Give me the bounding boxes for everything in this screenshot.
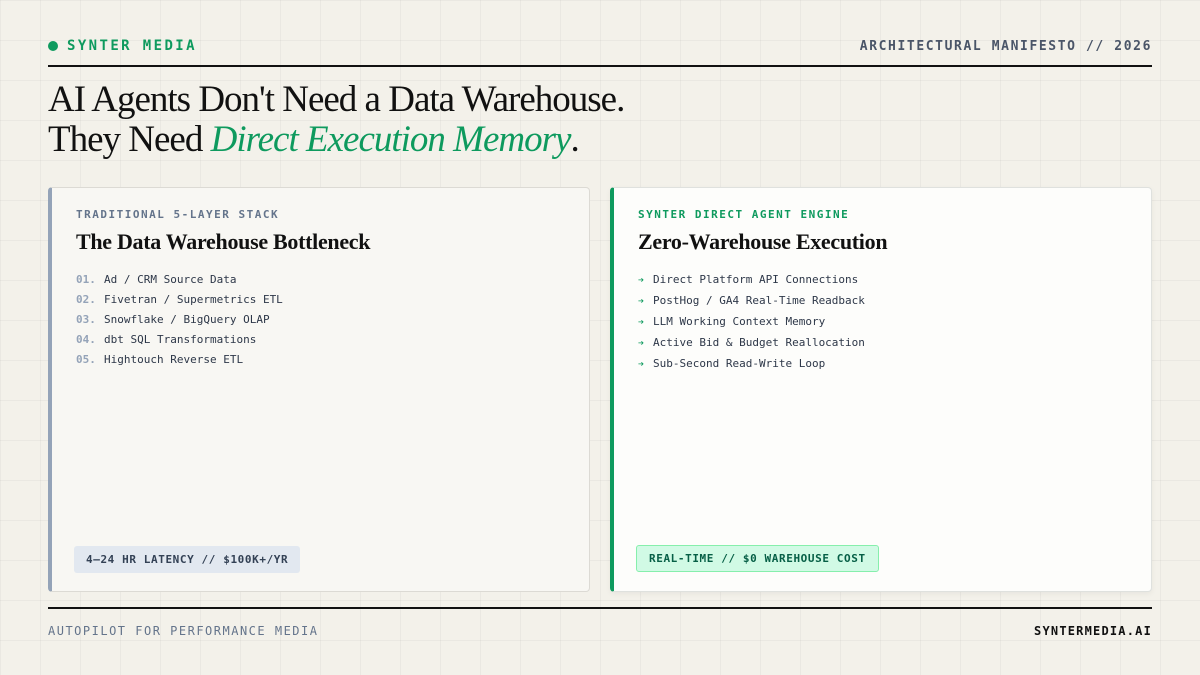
card-title: Zero-Warehouse Execution xyxy=(638,229,888,254)
traditional-stack-card: TRADITIONAL 5-LAYER STACK The Data Wareh… xyxy=(48,187,590,592)
website-link[interactable]: SYNTERMEDIA.AI xyxy=(1034,624,1152,638)
item-number: 03. xyxy=(76,313,96,326)
headline-line-2-prefix: They Need xyxy=(48,119,211,160)
item-text: Hightouch Reverse ETL xyxy=(104,353,244,366)
top-divider xyxy=(48,65,1152,67)
item-text: PostHog / GA4 Real-Time Readback xyxy=(653,294,865,307)
item-text: Ad / CRM Source Data xyxy=(104,273,237,286)
headline-line-1: AI Agents Don't Need a Data Warehouse. xyxy=(48,79,625,120)
list-item: 01. Ad / CRM Source Data xyxy=(76,270,565,290)
arrow-right-icon: ➔ xyxy=(638,275,645,286)
item-text: Direct Platform API Connections xyxy=(653,273,859,286)
arrow-right-icon: ➔ xyxy=(638,359,645,370)
footer: AUTOPILOT FOR PERFORMANCE MEDIA SYNTERME… xyxy=(48,622,1152,640)
engine-feature-list: ➔ Direct Platform API Connections ➔ PostHog… xyxy=(638,270,1127,375)
dot-icon xyxy=(48,41,58,51)
list-item: ➔ PostHog / GA4 Real-Time Readback xyxy=(638,291,1127,312)
arrow-right-icon: ➔ xyxy=(638,338,645,349)
card-kicker: TRADITIONAL 5-LAYER STACK xyxy=(76,208,280,221)
card-title: The Data Warehouse Bottleneck xyxy=(76,229,371,254)
direct-engine-card: SYNTER DIRECT AGENT ENGINE Zero-Warehous… xyxy=(610,187,1152,592)
top-bar: SYNTER MEDIA ARCHITECTURAL MANIFESTO // … xyxy=(48,36,1152,56)
card-kicker: SYNTER DIRECT AGENT ENGINE xyxy=(638,208,850,221)
stack-layer-list: 01. Ad / CRM Source Data 02. Fivetran / Sup… xyxy=(76,270,565,370)
item-number: 05. xyxy=(76,353,96,366)
headline-line-2-suffix: . xyxy=(570,119,579,160)
footer-tagline: AUTOPILOT FOR PERFORMANCE MEDIA xyxy=(48,624,319,638)
item-text: dbt SQL Transformations xyxy=(104,333,257,346)
list-item: ➔ Sub-Second Read-Write Loop xyxy=(638,354,1127,375)
item-text: LLM Working Context Memory xyxy=(653,315,826,328)
item-text: Sub-Second Read-Write Loop xyxy=(653,357,826,370)
manifesto-label: ARCHITECTURAL MANIFESTO // 2026 xyxy=(859,38,1152,54)
item-number: 01. xyxy=(76,273,96,286)
headline-accent: Direct Execution Memory xyxy=(210,119,572,160)
list-item: 02. Fivetran / Supermetrics ETL xyxy=(76,290,565,310)
item-text: Active Bid & Budget Reallocation xyxy=(653,336,865,349)
item-number: 04. xyxy=(76,333,96,346)
brand-name: SYNTER MEDIA xyxy=(67,38,197,54)
item-text: Fivetran / Supermetrics ETL xyxy=(104,293,283,306)
list-item: ➔ Active Bid & Budget Reallocation xyxy=(638,333,1127,354)
brand: SYNTER MEDIA xyxy=(48,38,197,54)
item-number: 02. xyxy=(76,293,96,306)
list-item: 05. Hightouch Reverse ETL xyxy=(76,350,565,370)
arrow-right-icon: ➔ xyxy=(638,296,645,307)
realtime-cost-badge: REAL-TIME // $0 WAREHOUSE COST xyxy=(636,545,879,572)
item-text: Snowflake / BigQuery OLAP xyxy=(104,313,270,326)
list-item: 04. dbt SQL Transformations xyxy=(76,330,565,350)
list-item: ➔ Direct Platform API Connections xyxy=(638,270,1127,291)
list-item: 03. Snowflake / BigQuery OLAP xyxy=(76,310,565,330)
bottom-divider xyxy=(48,607,1152,609)
list-item: ➔ LLM Working Context Memory xyxy=(638,312,1127,333)
arrow-right-icon: ➔ xyxy=(638,317,645,328)
latency-cost-badge: 4–24 HR LATENCY // $100K+/YR xyxy=(74,546,301,573)
page-title: AI Agents Don't Need a Data Warehouse. T… xyxy=(48,80,1152,160)
